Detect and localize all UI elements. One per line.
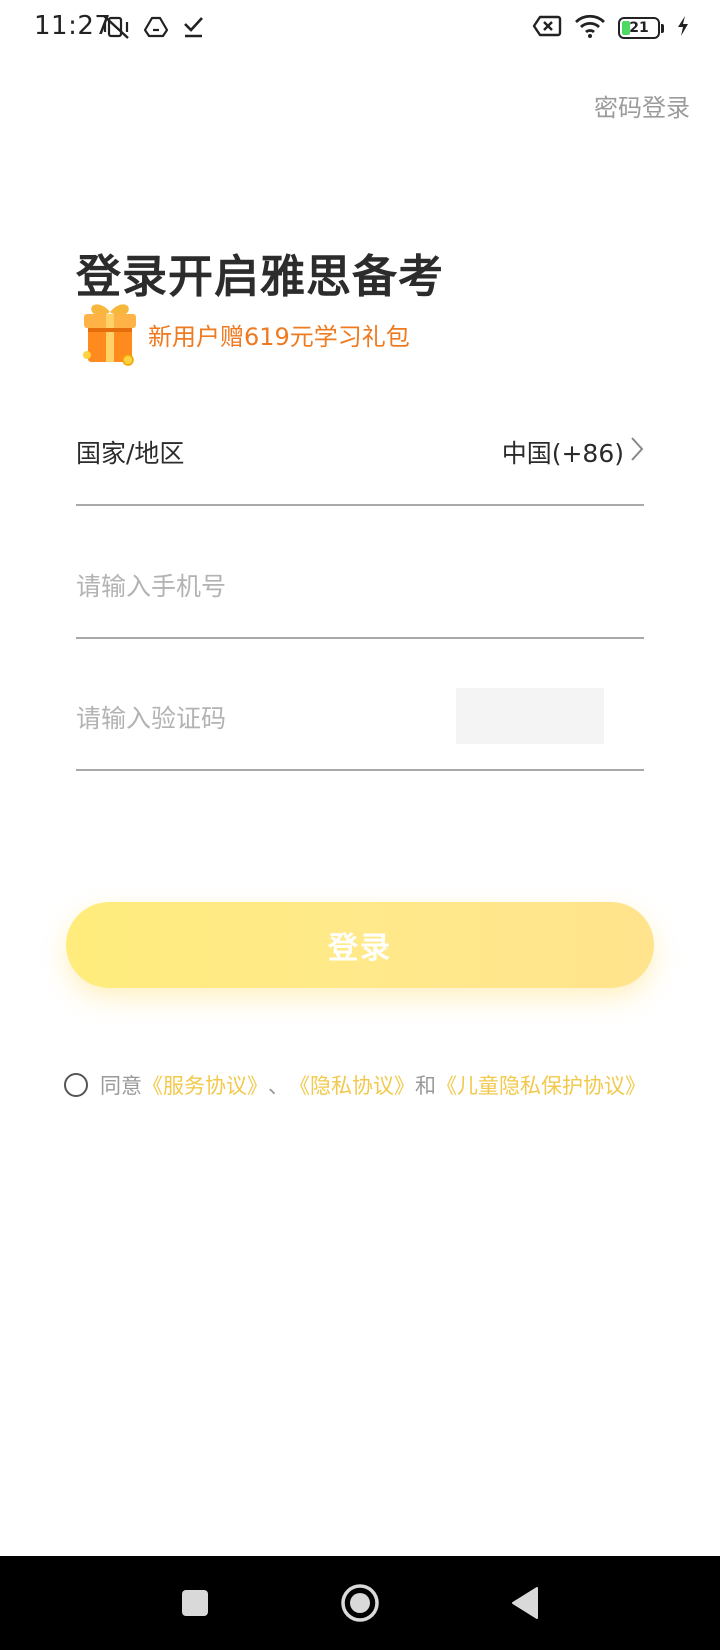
triangle-back-icon: [512, 1587, 538, 1619]
region-value-text: 中国(+86): [501, 439, 624, 468]
region-selector[interactable]: 国家/地区 中国(+86): [76, 420, 644, 506]
battery-level: 21: [629, 20, 649, 36]
charging-icon: [676, 15, 690, 41]
phone-row: [76, 546, 644, 639]
phone-input[interactable]: [76, 564, 456, 608]
get-code-button[interactable]: [456, 688, 604, 744]
page-title: 登录开启雅思备考: [76, 250, 445, 303]
status-bar: 11:27 21: [0, 0, 720, 56]
verification-code-input[interactable]: [76, 696, 456, 740]
circle-icon: [341, 1584, 379, 1622]
sim-off-icon: [532, 14, 562, 42]
agreement-prefix: 同意: [100, 1074, 142, 1098]
agreement-separator: 、: [268, 1074, 289, 1098]
password-login-link[interactable]: 密码登录: [594, 88, 690, 123]
square-icon: [182, 1590, 208, 1616]
wifi-icon: [574, 14, 606, 42]
privacy-agreement-link[interactable]: 《隐私协议》: [289, 1070, 415, 1100]
chevron-right-icon: [630, 436, 644, 468]
region-label: 国家/地区: [76, 439, 185, 468]
gift-box-icon: [78, 300, 142, 368]
promo-banner: 新用户赠619元学习礼包: [78, 300, 410, 368]
back-button[interactable]: [490, 1556, 560, 1650]
region-value[interactable]: 中国(+86): [502, 434, 644, 470]
promo-text: 新用户赠619元学习礼包: [148, 322, 410, 351]
login-button[interactable]: 登录: [66, 902, 654, 988]
child-privacy-link[interactable]: 《儿童隐私保护协议》: [436, 1070, 646, 1100]
agree-radio[interactable]: [64, 1073, 88, 1097]
mute-vibrate-icon: [102, 14, 130, 44]
status-time: 11:27: [34, 11, 112, 41]
system-nav-bar: [0, 1556, 720, 1650]
recents-button[interactable]: [160, 1556, 230, 1650]
service-agreement-link[interactable]: 《服务协议》: [142, 1070, 268, 1100]
drive-icon: [143, 15, 169, 43]
code-row: [76, 678, 644, 771]
battery-icon: 21: [618, 17, 664, 39]
agreement-and: 和: [415, 1074, 436, 1098]
agreement: 同意 《服务协议》 、 《隐私协议》 和 《儿童隐私保护协议》: [64, 1070, 646, 1100]
home-button[interactable]: [325, 1556, 395, 1650]
download-done-icon: [182, 15, 204, 43]
